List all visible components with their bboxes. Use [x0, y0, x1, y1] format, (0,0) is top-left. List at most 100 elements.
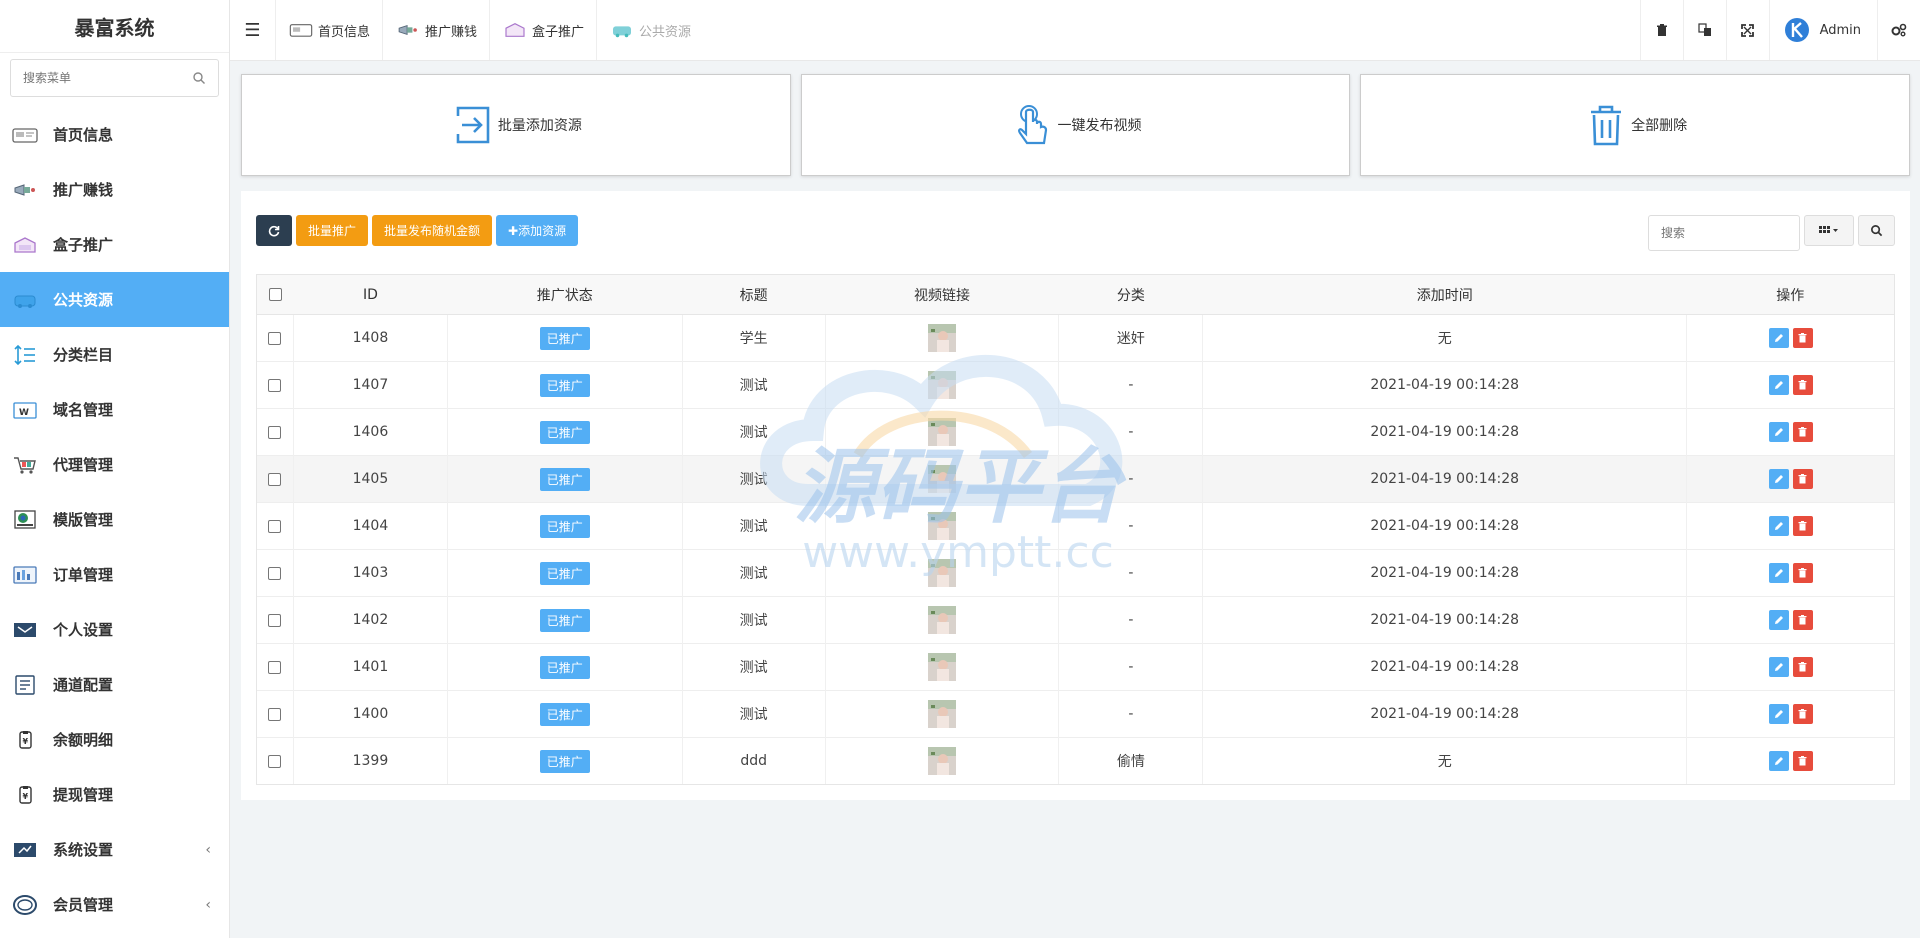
delete-button[interactable]: [1793, 704, 1813, 724]
add-resource-button[interactable]: ✚添加资源: [496, 215, 578, 246]
row-checkbox[interactable]: [268, 708, 281, 721]
delete-all-card[interactable]: 全部删除: [1360, 74, 1910, 176]
video-thumbnail[interactable]: [928, 324, 956, 352]
delete-button[interactable]: [1793, 469, 1813, 489]
refresh-button[interactable]: [256, 215, 292, 246]
batch-add-resources-card[interactable]: 批量添加资源: [241, 74, 791, 176]
menu-search-input[interactable]: [23, 71, 192, 85]
tab-promote[interactable]: 推广赚钱: [382, 0, 489, 60]
sidebar-item-orders[interactable]: 订单管理: [0, 547, 229, 602]
menu-toggle-icon[interactable]: ☰: [230, 0, 275, 60]
table-row[interactable]: 1400已推广测试-2021-04-19 00:14:28: [257, 691, 1895, 738]
row-checkbox[interactable]: [268, 661, 281, 674]
video-thumbnail[interactable]: [928, 371, 956, 399]
chevron-left-icon[interactable]: ‹: [205, 842, 211, 858]
edit-button[interactable]: [1769, 610, 1789, 630]
row-checkbox[interactable]: [268, 567, 281, 580]
menu-search[interactable]: [10, 59, 219, 97]
video-thumbnail[interactable]: [928, 606, 956, 634]
row-checkbox[interactable]: [268, 426, 281, 439]
edit-button[interactable]: [1769, 375, 1789, 395]
batch-random-amount-button[interactable]: 批量发布随机金额: [372, 215, 492, 246]
table-row[interactable]: 1404已推广测试-2021-04-19 00:14:28: [257, 503, 1895, 550]
edit-button[interactable]: [1769, 563, 1789, 583]
sidebar-item-channels[interactable]: 通道配置: [0, 657, 229, 712]
user-menu[interactable]: Admin: [1769, 0, 1877, 60]
table-row[interactable]: 1401已推广测试-2021-04-19 00:14:28: [257, 644, 1895, 691]
search-button[interactable]: [1858, 215, 1895, 246]
columns-toggle-button[interactable]: [1804, 215, 1854, 246]
table-search[interactable]: [1648, 215, 1800, 251]
edit-button[interactable]: [1769, 422, 1789, 442]
sidebar-item-domains[interactable]: W 域名管理: [0, 382, 229, 437]
delete-button[interactable]: [1793, 563, 1813, 583]
delete-button[interactable]: [1793, 751, 1813, 771]
edit-button[interactable]: [1769, 469, 1789, 489]
column-header-status[interactable]: 推广状态: [447, 275, 682, 315]
video-thumbnail[interactable]: [928, 653, 956, 681]
delete-button[interactable]: [1793, 657, 1813, 677]
publish-video-card[interactable]: 一键发布视频: [801, 74, 1351, 176]
cell-category: -: [1059, 503, 1203, 550]
tab-home[interactable]: 首页信息: [275, 0, 382, 60]
table-search-input[interactable]: [1661, 226, 1787, 240]
select-all-checkbox[interactable]: [269, 288, 282, 301]
edit-button[interactable]: [1769, 657, 1789, 677]
table-row[interactable]: 1407已推广测试-2021-04-19 00:14:28: [257, 362, 1895, 409]
delete-button[interactable]: [1793, 610, 1813, 630]
column-header-time[interactable]: 添加时间: [1203, 275, 1687, 315]
column-header-id[interactable]: ID: [293, 275, 447, 315]
video-thumbnail[interactable]: [928, 418, 956, 446]
row-checkbox[interactable]: [268, 614, 281, 627]
tab-box[interactable]: 盒子推广: [489, 0, 596, 60]
video-thumbnail[interactable]: [928, 747, 956, 775]
batch-promote-button[interactable]: 批量推广: [296, 215, 368, 246]
table-row[interactable]: 1399已推广ddd偷情无: [257, 738, 1895, 785]
delete-button[interactable]: [1793, 375, 1813, 395]
row-checkbox[interactable]: [268, 473, 281, 486]
sidebar-item-profile[interactable]: 个人设置: [0, 602, 229, 657]
row-checkbox[interactable]: [268, 755, 281, 768]
table-row[interactable]: 1402已推广测试-2021-04-19 00:14:28: [257, 597, 1895, 644]
translate-button[interactable]: [1683, 0, 1726, 60]
edit-button[interactable]: [1769, 751, 1789, 771]
settings-button[interactable]: [1877, 0, 1920, 60]
sidebar-item-withdraw[interactable]: ¥ 提现管理: [0, 767, 229, 822]
column-header-category[interactable]: 分类: [1059, 275, 1203, 315]
edit-button[interactable]: [1769, 328, 1789, 348]
table-row[interactable]: 1408已推广学生迷奸无: [257, 315, 1895, 362]
tab-public-resources[interactable]: 公共资源: [596, 0, 703, 60]
video-thumbnail[interactable]: [928, 559, 956, 587]
row-checkbox[interactable]: [268, 520, 281, 533]
sidebar-item-box[interactable]: 盒子推广: [0, 217, 229, 272]
delete-button[interactable]: [1793, 516, 1813, 536]
column-header-title[interactable]: 标题: [682, 275, 825, 315]
sidebar-item-categories[interactable]: 分类栏目: [0, 327, 229, 382]
column-header-video-link[interactable]: 视频链接: [825, 275, 1059, 315]
sidebar-item-agents[interactable]: 代理管理: [0, 437, 229, 492]
table-row[interactable]: 1405已推广测试-2021-04-19 00:14:28: [257, 456, 1895, 503]
pencil-icon: [1774, 709, 1784, 719]
video-thumbnail[interactable]: [928, 465, 956, 493]
row-checkbox[interactable]: [268, 332, 281, 345]
table-row[interactable]: 1406已推广测试-2021-04-19 00:14:28: [257, 409, 1895, 456]
search-icon[interactable]: [192, 71, 206, 85]
delete-button[interactable]: [1793, 328, 1813, 348]
sidebar-item-promote[interactable]: 推广赚钱: [0, 162, 229, 217]
sidebar-item-templates[interactable]: 模版管理: [0, 492, 229, 547]
clear-cache-button[interactable]: [1640, 0, 1683, 60]
sidebar-item-members[interactable]: 会员管理 ‹: [0, 877, 229, 932]
edit-button[interactable]: [1769, 704, 1789, 724]
sidebar-item-system-settings[interactable]: 系统设置 ‹: [0, 822, 229, 877]
table-row[interactable]: 1403已推广测试-2021-04-19 00:14:28: [257, 550, 1895, 597]
row-checkbox[interactable]: [268, 379, 281, 392]
edit-button[interactable]: [1769, 516, 1789, 536]
video-thumbnail[interactable]: [928, 512, 956, 540]
sidebar-item-home[interactable]: 首页信息: [0, 107, 229, 162]
sidebar-item-public-resources[interactable]: 公共资源: [0, 272, 229, 327]
sidebar-item-balance[interactable]: ¥ 余额明细: [0, 712, 229, 767]
chevron-left-icon[interactable]: ‹: [205, 897, 211, 913]
fullscreen-button[interactable]: [1726, 0, 1769, 60]
delete-button[interactable]: [1793, 422, 1813, 442]
video-thumbnail[interactable]: [928, 700, 956, 728]
